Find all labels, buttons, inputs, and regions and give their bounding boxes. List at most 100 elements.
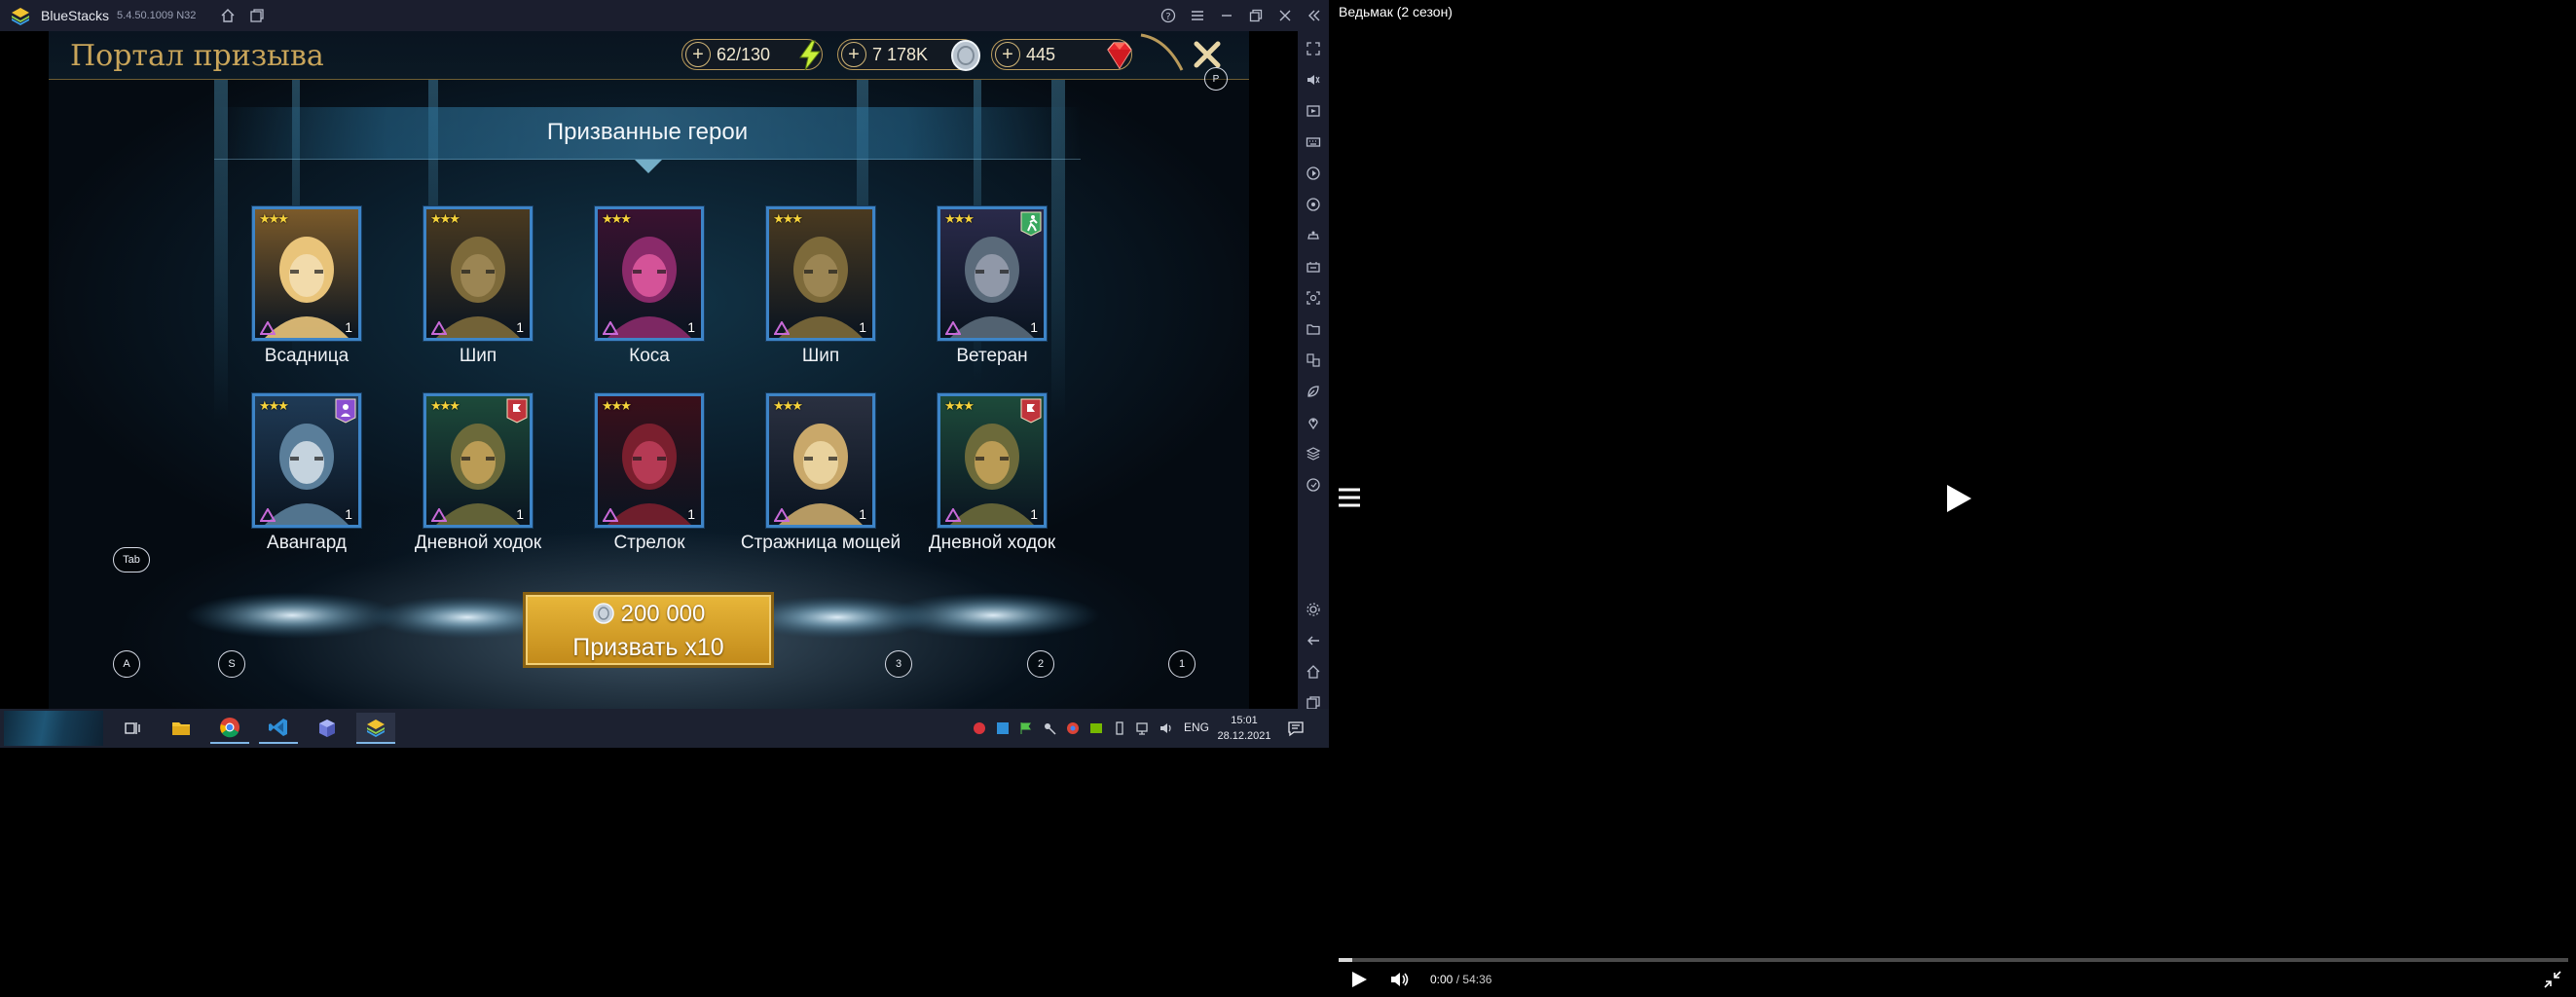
chrome-icon[interactable] bbox=[210, 713, 249, 744]
hero-portrait-frame[interactable]: ★★★ 1 bbox=[595, 393, 704, 528]
notifications-icon[interactable] bbox=[1287, 720, 1305, 737]
hero-portrait-frame[interactable]: ★★★ 1 bbox=[938, 206, 1047, 341]
hero-portrait-image bbox=[769, 209, 872, 338]
key-3-hint: 3 bbox=[885, 650, 912, 678]
silver-coin-icon bbox=[592, 603, 614, 624]
home-icon[interactable] bbox=[213, 1, 242, 30]
summon-x10-button[interactable]: 200 000 Призвать x10 bbox=[523, 592, 774, 668]
hero-portrait-frame[interactable]: ★★★ 1 bbox=[252, 393, 361, 528]
tray-flag-icon[interactable] bbox=[1018, 720, 1034, 736]
chevron-down-icon bbox=[635, 160, 662, 173]
minimize-icon[interactable] bbox=[1212, 1, 1241, 30]
settings-gear-icon[interactable] bbox=[1298, 596, 1329, 623]
macro-icon[interactable] bbox=[1298, 160, 1329, 187]
video-player[interactable]: Ведьмак (2 сезон) 0:00 / 54:36 bbox=[1329, 0, 2576, 997]
episodes-menu-icon[interactable] bbox=[1337, 485, 1362, 510]
close-key-hint: P bbox=[1204, 67, 1228, 91]
affinity-triangle-icon bbox=[945, 508, 961, 522]
add-gems-button[interactable]: + bbox=[995, 42, 1020, 67]
rotate-icon[interactable] bbox=[1298, 471, 1329, 498]
tray-app-blue-icon[interactable] bbox=[995, 720, 1011, 736]
add-energy-button[interactable]: + bbox=[685, 42, 711, 67]
restore-icon[interactable] bbox=[1241, 1, 1270, 30]
hero-portrait-frame[interactable]: ★★★ 1 bbox=[423, 206, 533, 341]
tray-app-red-icon[interactable] bbox=[972, 720, 987, 736]
game-controls-icon[interactable] bbox=[1298, 222, 1329, 249]
vscode-icon[interactable] bbox=[259, 713, 298, 744]
task-view-icon[interactable] bbox=[113, 713, 152, 744]
lightning-icon bbox=[799, 40, 822, 71]
add-silver-button[interactable]: + bbox=[841, 42, 866, 67]
hero-portrait-image bbox=[769, 396, 872, 525]
time-separator: / bbox=[1455, 973, 1460, 986]
energy-counter: + 62/130 bbox=[681, 39, 823, 71]
tray-network-icon[interactable] bbox=[1135, 720, 1151, 736]
hero-name: Шип bbox=[459, 346, 497, 366]
affinity-triangle-icon bbox=[603, 321, 618, 335]
hero-level: 1 bbox=[345, 319, 352, 335]
record-video-icon[interactable] bbox=[1298, 97, 1329, 125]
hero-level: 1 bbox=[1030, 319, 1038, 335]
clock[interactable]: 15:01 28.12.2021 bbox=[1217, 713, 1271, 744]
folder-icon[interactable] bbox=[1298, 315, 1329, 343]
key-2-hint: 2 bbox=[1027, 650, 1054, 678]
tray-network-drive-icon[interactable] bbox=[1042, 720, 1057, 736]
volume-icon[interactable] bbox=[1389, 970, 1411, 989]
menu-icon[interactable] bbox=[1183, 1, 1212, 30]
tray-usb-icon[interactable] bbox=[1112, 720, 1127, 736]
faction-person-icon bbox=[335, 398, 356, 424]
play-icon[interactable] bbox=[1350, 971, 1368, 988]
sync-icon[interactable] bbox=[1298, 191, 1329, 218]
windows-taskbar: ENG 15:01 28.12.2021 bbox=[0, 709, 1329, 748]
fullscreen-icon[interactable] bbox=[1298, 35, 1329, 62]
hero-portrait-frame[interactable]: ★★★ 1 bbox=[766, 206, 875, 341]
apk-install-icon[interactable] bbox=[1298, 253, 1329, 280]
affinity-triangle-icon bbox=[774, 508, 790, 522]
close-icon[interactable] bbox=[1270, 1, 1300, 30]
hero-portrait-image bbox=[598, 396, 701, 525]
faction-flag-icon bbox=[506, 398, 528, 424]
android-home-icon[interactable] bbox=[1298, 658, 1329, 685]
volume-icon[interactable] bbox=[1298, 66, 1329, 93]
back-arrow-icon[interactable] bbox=[1298, 627, 1329, 654]
help-icon[interactable]: ? bbox=[1154, 1, 1183, 30]
hero-level: 1 bbox=[687, 319, 695, 335]
bluestacks-logo-icon bbox=[12, 8, 29, 25]
hero-portrait-frame[interactable]: ★★★ 1 bbox=[252, 206, 361, 341]
page-title: Портал призыва bbox=[70, 39, 324, 73]
app-cube-icon[interactable] bbox=[308, 713, 347, 744]
star-rating: ★★★ bbox=[944, 211, 975, 226]
bluestacks-taskbar-icon[interactable] bbox=[356, 713, 395, 744]
eco-mode-icon[interactable] bbox=[1298, 378, 1329, 405]
location-icon[interactable] bbox=[1298, 409, 1329, 436]
hero-portrait-frame[interactable]: ★★★ 1 bbox=[595, 206, 704, 341]
hero-level: 1 bbox=[859, 506, 866, 522]
gems-counter: + 445 bbox=[991, 39, 1132, 70]
progress-bar[interactable] bbox=[1339, 958, 2568, 962]
multi-instance-icon[interactable] bbox=[242, 1, 272, 30]
hero-level: 1 bbox=[1030, 506, 1038, 522]
key-1-hint: 1 bbox=[1168, 650, 1196, 678]
collapse-sidebar-icon[interactable] bbox=[1300, 1, 1329, 30]
layers-icon[interactable] bbox=[1298, 440, 1329, 467]
hero-portrait-frame[interactable]: ★★★ 1 bbox=[766, 393, 875, 528]
tray-nvidia-icon[interactable] bbox=[1088, 720, 1104, 736]
input-language[interactable]: ENG bbox=[1184, 720, 1209, 734]
multi-instance-sync-icon[interactable] bbox=[1298, 347, 1329, 374]
keyboard-icon[interactable] bbox=[1298, 129, 1329, 156]
start-area[interactable] bbox=[4, 711, 103, 746]
affinity-triangle-icon bbox=[260, 321, 276, 335]
tray-volume-icon[interactable] bbox=[1159, 720, 1174, 736]
hero-portrait-frame[interactable]: ★★★ 1 bbox=[938, 393, 1047, 528]
hero-portrait-image bbox=[426, 209, 530, 338]
file-explorer-icon[interactable] bbox=[162, 713, 201, 744]
time-display: 0:00 / 54:36 bbox=[1430, 973, 1491, 986]
game-viewport[interactable]: Портал призыва + 62/130 + 7 178K + 445 P… bbox=[0, 31, 1298, 709]
hero-portrait-frame[interactable]: ★★★ 1 bbox=[423, 393, 533, 528]
hero-level: 1 bbox=[516, 319, 524, 335]
exit-fullscreen-icon[interactable] bbox=[2544, 971, 2561, 988]
tray-chrome-icon[interactable] bbox=[1065, 720, 1081, 736]
clock-date: 28.12.2021 bbox=[1217, 730, 1271, 742]
play-center-icon[interactable] bbox=[1945, 484, 1972, 513]
screenshot-icon[interactable] bbox=[1298, 284, 1329, 312]
